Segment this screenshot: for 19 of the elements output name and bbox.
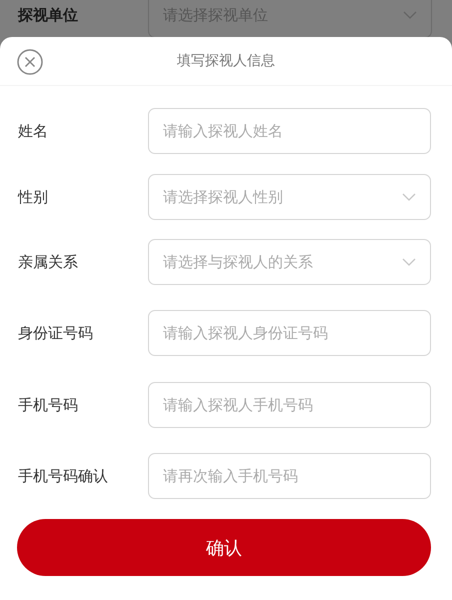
field-label: 性别 [18,188,49,206]
input-field[interactable]: 请输入探视人姓名 [148,108,431,154]
sheet-title: 填写探视人信息 [177,52,275,70]
field-label: 姓名 [18,122,49,140]
select-field[interactable]: 请选择探视人性别 [148,174,431,220]
field-label: 身份证号码 [18,324,94,342]
chevron-down-icon [403,11,417,19]
input-field[interactable]: 请输入探视人手机号码 [148,382,431,428]
select-field[interactable]: 请选择与探视人的关系 [148,239,431,285]
field-label: 探视单位 [18,6,79,24]
field-label: 手机号码 [18,396,79,414]
field-label: 手机号码确认 [18,466,109,486]
close-button[interactable] [17,49,43,75]
confirm-button[interactable]: 确认 [17,519,431,576]
input-field[interactable]: 请输入探视人身份证号码 [148,310,431,356]
input-field[interactable]: 请再次输入手机号码 [148,453,431,499]
field-label: 亲属关系 [18,252,79,272]
chevron-down-icon [402,193,416,201]
chevron-down-icon [402,258,416,266]
